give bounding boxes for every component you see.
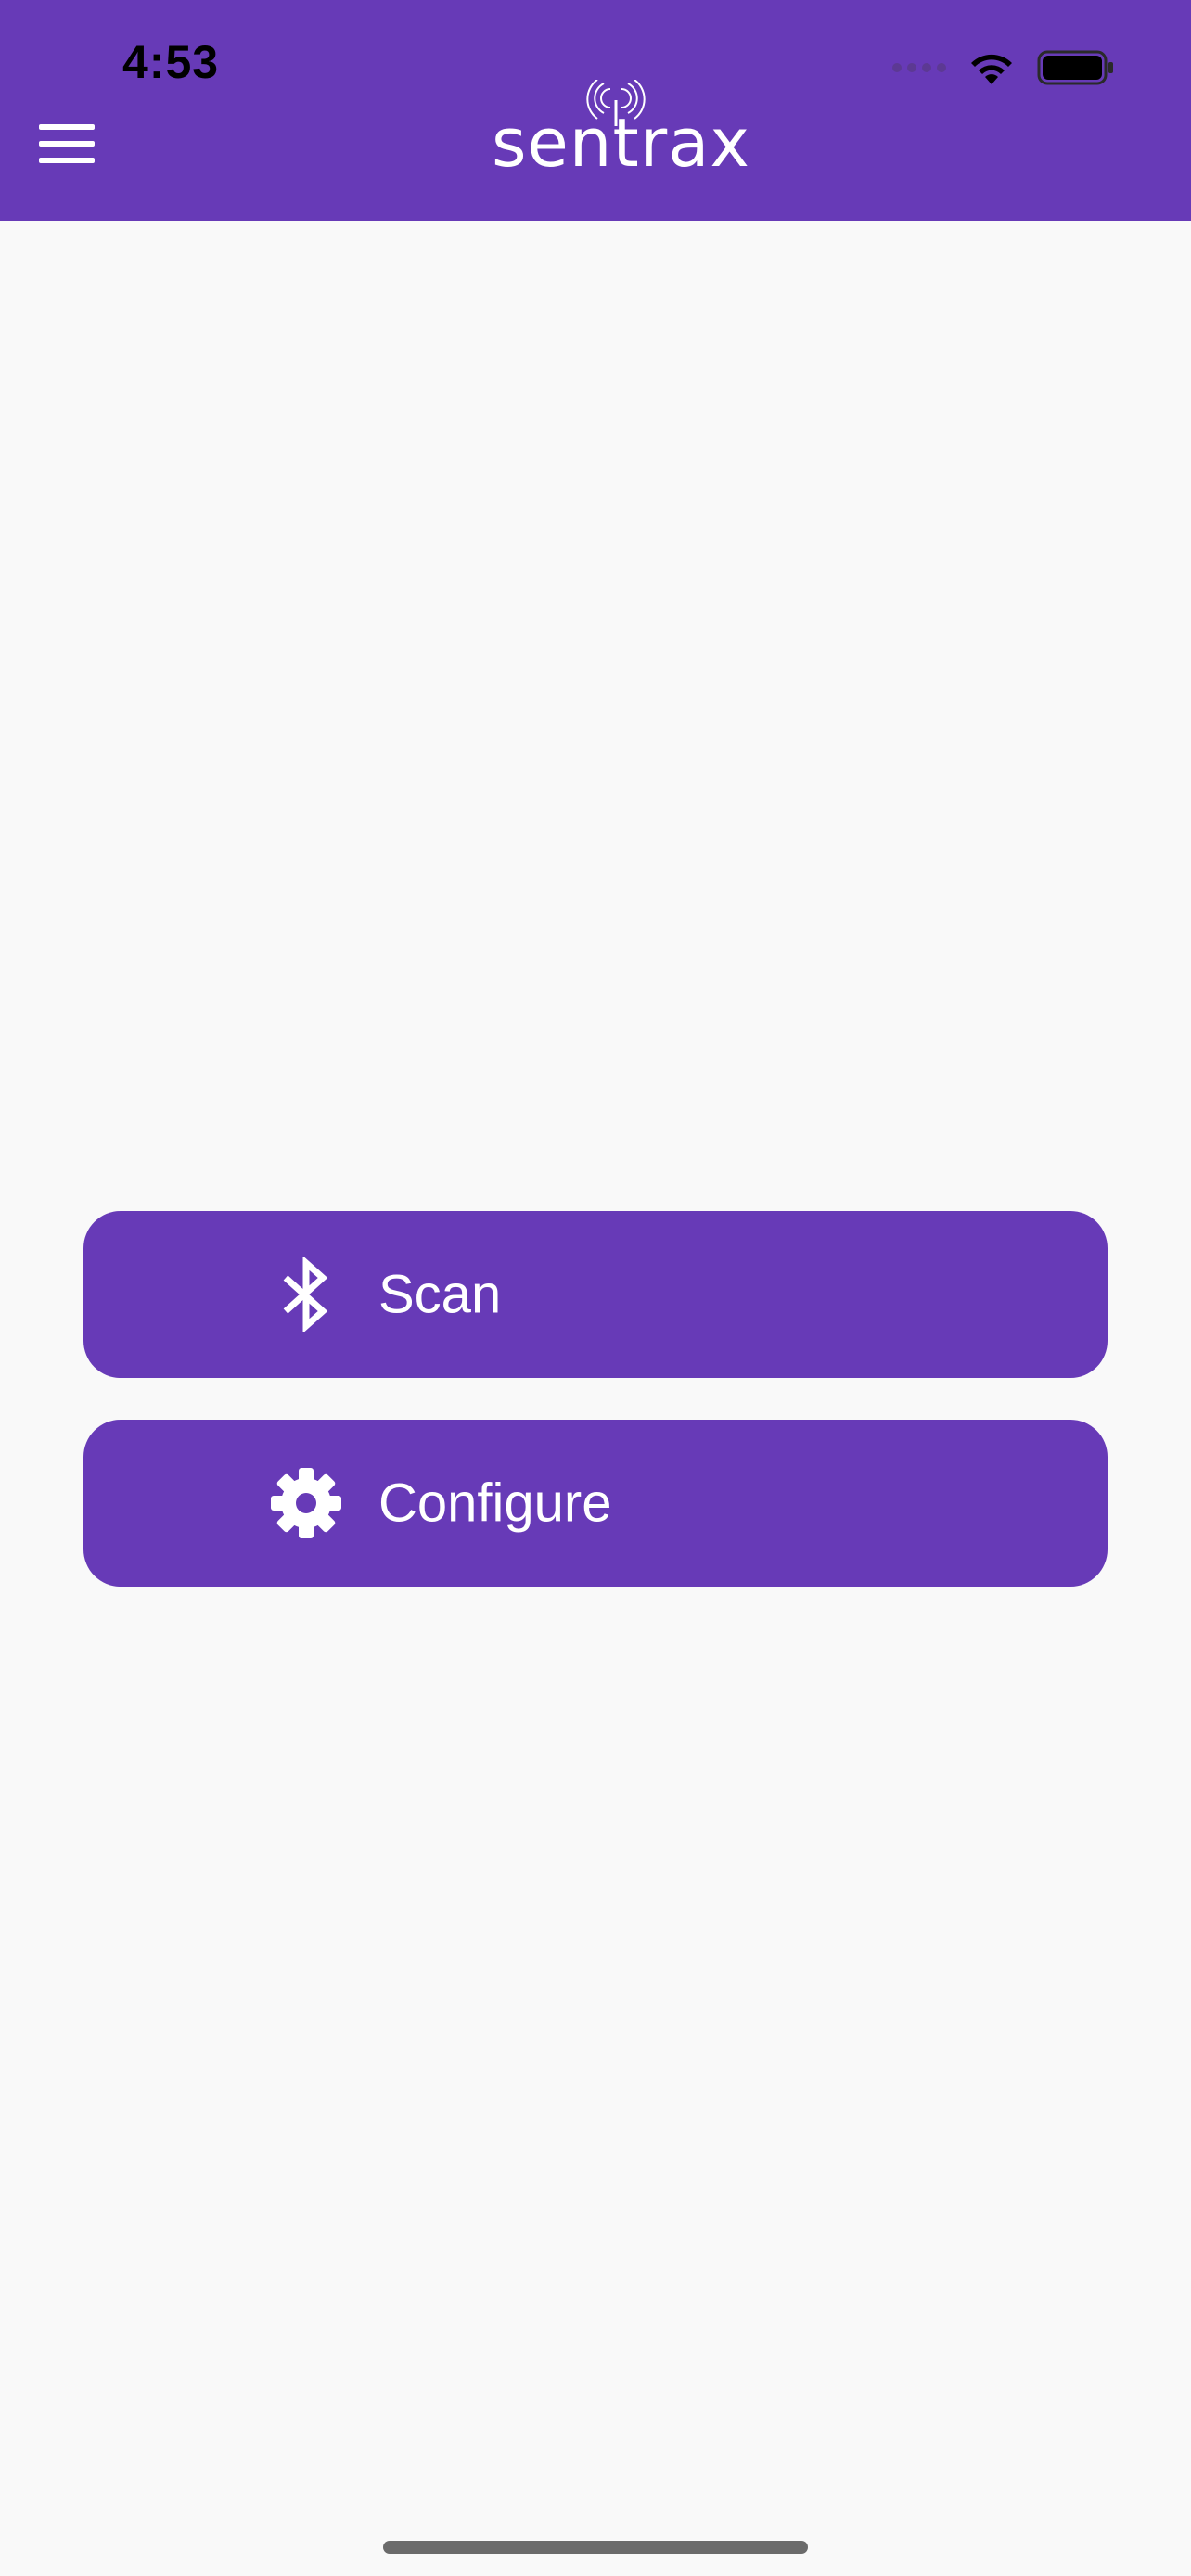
status-time: 4:53: [122, 36, 220, 88]
bluetooth-icon: [269, 1257, 343, 1332]
scan-button-label: Scan: [378, 1264, 502, 1325]
gear-icon: [269, 1466, 343, 1540]
configure-button[interactable]: Configure: [83, 1420, 1108, 1587]
hamburger-menu-icon[interactable]: [37, 121, 96, 167]
app-screen: 4:53 sentrax Scan Configure: [0, 0, 1191, 2576]
status-icons: [892, 46, 1115, 89]
configure-button-label: Configure: [378, 1473, 612, 1534]
app-header: 4:53 sentrax: [0, 0, 1191, 221]
sentrax-logo: sentrax: [492, 80, 751, 182]
signal-dots-icon: [892, 63, 946, 72]
wifi-icon: [971, 54, 1012, 84]
logo-text: sentrax: [492, 104, 751, 182]
battery-icon: [1037, 50, 1113, 85]
scan-button[interactable]: Scan: [83, 1211, 1108, 1378]
home-indicator[interactable]: [383, 2541, 808, 2554]
